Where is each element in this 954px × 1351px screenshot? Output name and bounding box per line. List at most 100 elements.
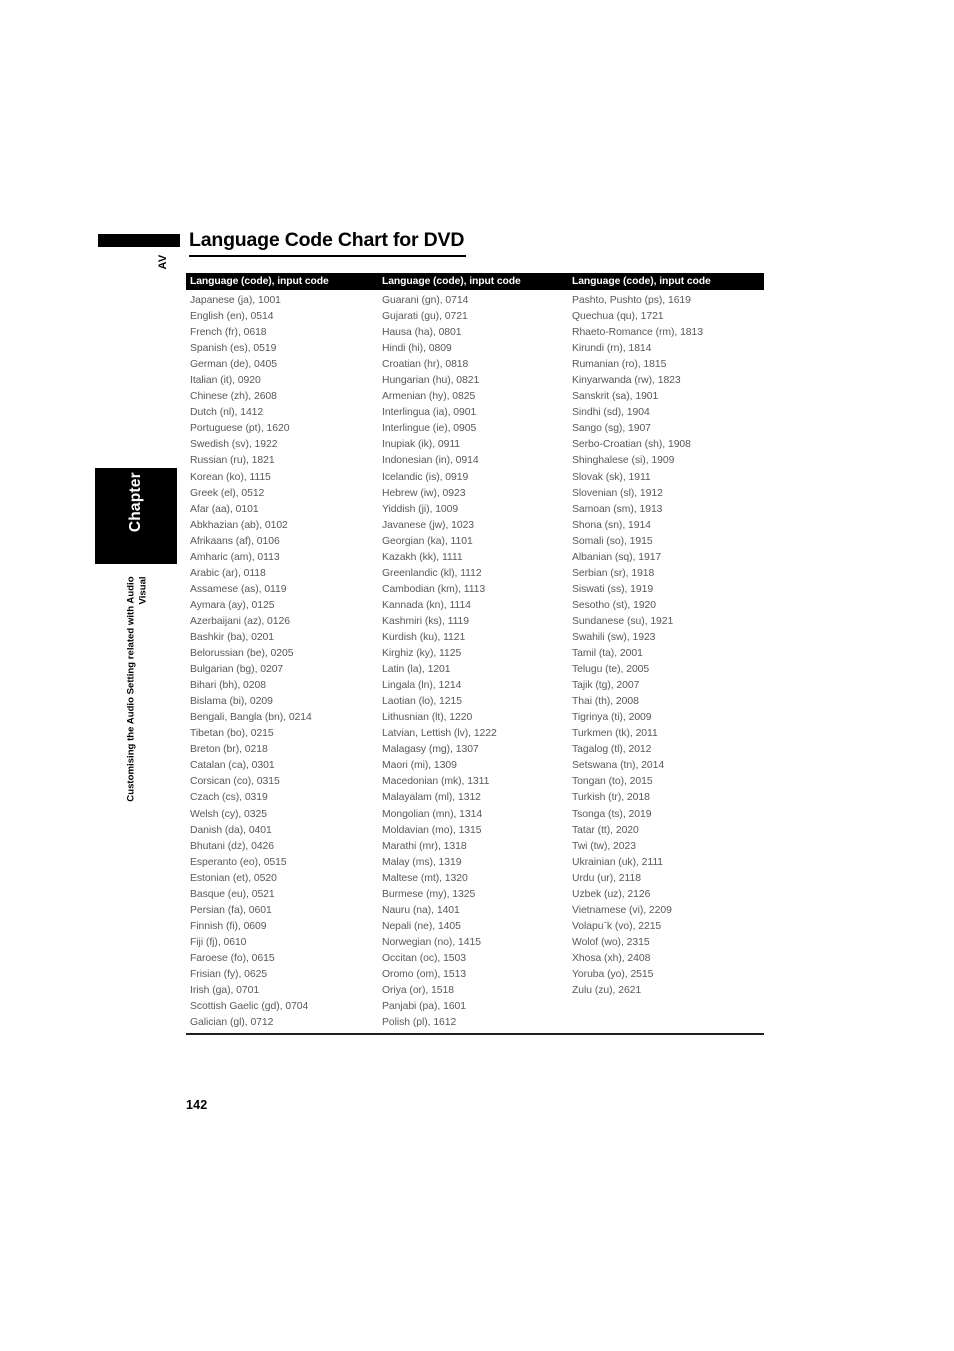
table-row: Armenian (hy), 0825 <box>382 391 476 403</box>
table-row: Corsican (co), 0315 <box>190 776 280 788</box>
table-row: Twi (tw), 2023 <box>572 840 636 852</box>
table-row: Czach (cs), 0319 <box>190 792 268 804</box>
table-row: Albanian (sq), 1917 <box>572 551 662 563</box>
table-row: Javanese (jw), 1023 <box>382 519 475 531</box>
title-underline <box>189 255 466 257</box>
table-bottom-rule <box>186 1033 764 1035</box>
table-row: Malayalam (ml), 1312 <box>382 792 481 804</box>
column-header-2: Language (code), input code <box>572 276 711 287</box>
table-row: Assamese (as), 0119 <box>190 583 287 595</box>
table-row: Amharic (am), 0113 <box>190 551 280 563</box>
title-block: Language Code Chart for DVD <box>189 228 767 257</box>
table-row: Bashkir (ba), 0201 <box>190 631 275 643</box>
table-row: Spanish (es), 0519 <box>190 343 277 355</box>
table-row: Hindi (hi), 0809 <box>382 343 452 355</box>
table-row: Maltese (mt), 1320 <box>382 872 468 884</box>
table-column-0: Japanese (ja), 1001 English (en), 0514 Fre… <box>186 293 378 1031</box>
language-code-table: Language (code), input code Language (co… <box>186 273 764 1035</box>
table-row: Rhaeto-Romance (rm), 1813 <box>572 327 703 339</box>
table-row: Moldavian (mo), 1315 <box>382 824 482 836</box>
table-row: Welsh (cy), 0325 <box>190 808 267 820</box>
table-row: Malagasy (mg), 1307 <box>382 744 479 756</box>
table-row: Finnish (fi), 0609 <box>190 920 267 932</box>
table-row: Turkmen (tk), 2011 <box>572 728 658 740</box>
table-row: Serbian (sr), 1918 <box>572 567 655 579</box>
table-row: Kannada (kn), 1114 <box>382 599 471 611</box>
table-row: Afar (aa), 0101 <box>190 503 259 515</box>
page-title: Language Code Chart for DVD <box>189 229 465 251</box>
table-row: Tatar (tt), 2020 <box>572 824 639 836</box>
table-row: Yoruba (yo), 2515 <box>572 968 654 980</box>
table-row: Urdu (ur), 2118 <box>572 872 641 884</box>
table-row: Irish (ga), 0701 <box>190 985 260 997</box>
table-row: Swahili (sw), 1923 <box>572 631 656 643</box>
table-row: Indonesian (in), 0914 <box>382 455 479 467</box>
table-row: Portuguese (pt), 1620 <box>190 423 290 435</box>
table-row: Abkhazian (ab), 0102 <box>190 519 288 531</box>
table-row: Wolof (wo), 2315 <box>572 936 650 948</box>
table-row: Inupiak (ik), 0911 <box>382 439 461 451</box>
table-row: Sindhi (sd), 1904 <box>572 407 650 419</box>
table-row: Slovak (sk), 1911 <box>572 471 651 483</box>
table-row: Belorussian (be), 0205 <box>190 648 294 660</box>
table-row: English (en), 0514 <box>190 311 274 323</box>
av-label: AV <box>157 254 169 270</box>
table-row: Georgian (ka), 1101 <box>382 535 473 547</box>
table-row: Samoan (sm), 1913 <box>572 503 663 515</box>
table-row: Tibetan (bo), 0215 <box>190 728 274 740</box>
table-row: Aymara (ay), 0125 <box>190 599 275 611</box>
table-row: Laotian (lo), 1215 <box>382 696 462 708</box>
table-column-2: Pashto, Pushto (ps), 1619 Quechua (qu), 1… <box>568 293 764 1031</box>
table-row: Zulu (zu), 2621 <box>572 985 642 997</box>
table-row: Kirghiz (ky), 1125 <box>382 648 462 660</box>
table-row: Nauru (na), 1401 <box>382 904 460 916</box>
table-row: Uzbek (uz), 2126 <box>572 888 651 900</box>
table-row: Bislama (bi), 0209 <box>190 696 273 708</box>
table-row: Burmese (my), 1325 <box>382 888 476 900</box>
table-row: Bengali, Bangla (bn), 0214 <box>190 712 312 724</box>
table-row: Korean (ko), 1115 <box>190 471 271 483</box>
table-row: German (de), 0405 <box>190 359 277 371</box>
table-row: Slovenian (sl), 1912 <box>572 487 663 499</box>
table-row: Quechua (qu), 1721 <box>572 311 664 323</box>
table-row: Sanskrit (sa), 1901 <box>572 391 659 403</box>
table-row: Maori (mi), 1309 <box>382 760 457 772</box>
table-row: Malay (ms), 1319 <box>382 856 462 868</box>
table-row: Oriya (or), 1518 <box>382 985 454 997</box>
table-row: Azerbaijani (az), 0126 <box>190 615 290 627</box>
table-row: Yiddish (ji), 1009 <box>382 503 459 515</box>
table-row: Breton (br), 0218 <box>190 744 268 756</box>
table-row: Sundanese (su), 1921 <box>572 615 674 627</box>
table-row: Catalan (ca), 0301 <box>190 760 275 772</box>
chapter-tab-label: Chapter 13 <box>127 450 144 533</box>
column-header-1: Language (code), input code <box>382 276 521 287</box>
table-row: Interlingua (ia), 0901 <box>382 407 477 419</box>
table-row: Basque (eu), 0521 <box>190 888 275 900</box>
table-row: Kirundi (rn), 1814 <box>572 343 652 355</box>
table-row: Tongan (to), 2015 <box>572 776 653 788</box>
section-caption: Customising the Audio Setting related wi… <box>100 572 176 822</box>
table-row: Volapuˉk (vo), 2215 <box>572 920 662 932</box>
table-row: Nepali (ne), 1405 <box>382 920 461 932</box>
page-number: 142 <box>186 1098 208 1112</box>
table-row: Siswati (ss), 1919 <box>572 583 654 595</box>
table-row: Arabic (ar), 0118 <box>190 567 266 579</box>
table-row: Somali (so), 1915 <box>572 535 653 547</box>
table-row: Norwegian (no), 1415 <box>382 936 481 948</box>
table-row: Danish (da), 0401 <box>190 824 272 836</box>
table-row: French (fr), 0618 <box>190 327 267 339</box>
table-row: Latvian, Lettish (lv), 1222 <box>382 728 497 740</box>
table-row: Setswana (tn), 2014 <box>572 760 665 772</box>
table-row: Xhosa (xh), 2408 <box>572 952 651 964</box>
table-row: Thai (th), 2008 <box>572 696 639 708</box>
table-row: Tamil (ta), 2001 <box>572 648 643 660</box>
table-row: Kazakh (kk), 1111 <box>382 551 463 563</box>
table-row: Russian (ru), 1821 <box>190 455 275 467</box>
table-row: Shona (sn), 1914 <box>572 519 651 531</box>
table-row: Tigrinya (ti), 2009 <box>572 712 652 724</box>
table-row: Mongolian (mn), 1314 <box>382 808 483 820</box>
table-row: Bulgarian (bg), 0207 <box>190 664 284 676</box>
table-row: Hungarian (hu), 0821 <box>382 375 480 387</box>
table-row: Tsonga (ts), 2019 <box>572 808 652 820</box>
table-row: Telugu (te), 2005 <box>572 664 650 676</box>
